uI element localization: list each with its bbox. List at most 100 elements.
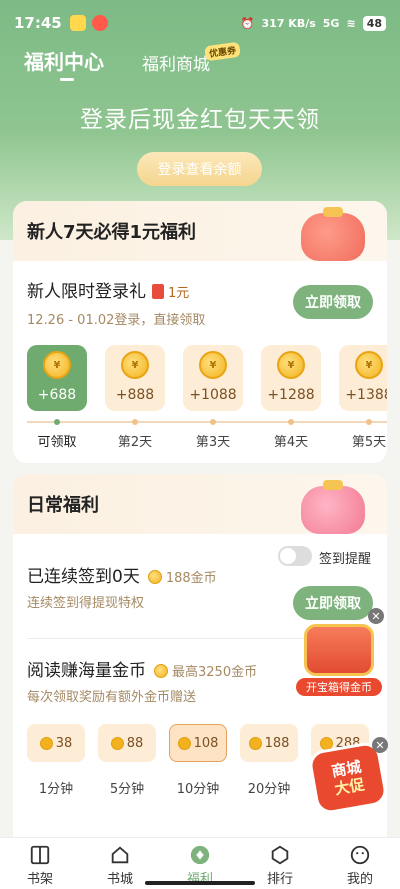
minute-coins: 188	[264, 735, 290, 751]
claim-button[interactable]: 立即领取	[293, 586, 373, 620]
coin-icon	[110, 736, 124, 750]
close-icon[interactable]: ✕	[368, 608, 384, 624]
treasure-chest-float[interactable]: 开宝箱得金币	[296, 618, 382, 698]
app-notification-icon	[91, 15, 108, 31]
status-bar: 17:45 ⏰ 317 KB/s 5G ≋ 48	[0, 0, 400, 46]
wifi-icon: ≋	[346, 16, 356, 30]
nav-label: 书架	[26, 872, 53, 887]
reading-row: 阅读赚海量金币 最高3250金币	[27, 656, 257, 681]
card-header: 日常福利	[13, 474, 387, 534]
minute-reward[interactable]: 38	[27, 724, 85, 762]
coin-icon: ¥	[355, 351, 383, 379]
tab-indicator	[60, 78, 74, 81]
timeline-dot	[132, 419, 138, 425]
login-check-balance-button[interactable]: 登录查看余额	[137, 152, 262, 186]
treasure-chest-icon	[304, 624, 374, 676]
profile-icon	[350, 845, 370, 865]
coin-icon	[248, 736, 262, 750]
day-timeline	[27, 419, 387, 425]
coin-icon	[154, 664, 168, 678]
tab-label: 福利中心	[24, 50, 104, 74]
day-reward-card[interactable]: ¥ +1088	[183, 345, 243, 411]
tab-welfare-mall[interactable]: 福利商城 优惠券	[142, 41, 241, 75]
hero-title: 登录后现金红包天天领	[80, 107, 320, 133]
minute-label: 20分钟	[247, 782, 291, 797]
coin-icon: ¥	[199, 351, 227, 379]
close-icon[interactable]: ✕	[372, 737, 388, 753]
welfare-icon	[190, 845, 210, 865]
day-label: 第4天	[273, 435, 309, 450]
day-label: 第5天	[351, 435, 387, 450]
day-label: 第3天	[195, 435, 231, 450]
reminder-label: 签到提醒	[319, 552, 372, 567]
checkin-title: 已连续签到0天	[27, 567, 140, 587]
gift-title: 新人限时登录礼	[27, 282, 146, 302]
coin-icon: ¥	[43, 351, 71, 379]
day-label: 可领取	[37, 435, 77, 450]
day-reward-value: +1288	[267, 387, 315, 403]
app-notification-icon	[69, 15, 86, 31]
coin-icon: ¥	[277, 351, 305, 379]
timeline-dot	[366, 419, 372, 425]
reading-desc: 每次领取奖励有额外金币赠送	[27, 690, 197, 705]
ranking-icon	[271, 845, 289, 865]
coin-icon	[147, 570, 162, 584]
minute-label: 10分钟	[176, 782, 220, 797]
gesture-bar	[145, 881, 255, 885]
status-time: 17:45	[14, 14, 62, 32]
timeline-dot	[54, 419, 60, 425]
minute-label: 5分钟	[109, 782, 145, 797]
gift-box-icon	[301, 480, 365, 534]
minute-reward[interactable]: 188	[240, 724, 298, 762]
signal-label: 5G	[322, 16, 340, 30]
nav-mine[interactable]: 我的	[330, 844, 390, 887]
network-speed: 317 KB/s	[261, 16, 316, 30]
day-reward-card[interactable]: ¥ +1288	[261, 345, 321, 411]
reading-title: 阅读赚海量金币	[27, 661, 146, 681]
minute-coins: 38	[55, 735, 73, 751]
day-reward-value: +888	[115, 387, 155, 403]
battery-level: 48	[362, 15, 386, 31]
day-reward-card[interactable]: ¥ +888	[105, 345, 165, 411]
minute-coins: 88	[126, 735, 144, 751]
coin-icon: ¥	[121, 351, 149, 379]
card-header: 新人7天必得1元福利	[13, 201, 387, 261]
tab-welfare-center[interactable]: 福利中心	[24, 46, 104, 81]
nav-bookstore[interactable]: 书城	[90, 844, 150, 887]
nav-ranking[interactable]: 排行	[250, 844, 310, 887]
chest-label: 开宝箱得金币	[296, 678, 382, 696]
top-tabs: 福利中心 福利商城 优惠券	[24, 41, 241, 81]
coin-icon	[39, 736, 53, 750]
gift-desc: 12.26 - 01.02登录，直接领取	[27, 313, 206, 328]
bookshelf-icon	[30, 845, 50, 865]
nav-label: 书城	[106, 872, 133, 887]
minute-coins: 108	[193, 735, 219, 751]
claim-button[interactable]: 立即领取	[293, 285, 373, 319]
nav-label: 我的	[346, 872, 373, 887]
day-label: 第2天	[117, 435, 153, 450]
minute-reward[interactable]: 108	[169, 724, 227, 762]
checkin-coins: 188金币	[165, 571, 217, 586]
day-reward-card[interactable]: ¥ +1388	[339, 345, 387, 411]
coin-icon	[177, 736, 191, 750]
day-reward-value: +1388	[345, 387, 387, 403]
reading-coins: 最高3250金币	[172, 665, 258, 680]
day-reward-value: +688	[37, 387, 77, 403]
red-packet-icon	[152, 284, 164, 299]
gift-amount: 1元	[168, 286, 190, 301]
minute-reward[interactable]: 88	[98, 724, 156, 762]
newbie-welfare-card: 新人7天必得1元福利 新人限时登录礼 1元 12.26 - 01.02登录，直接领…	[13, 201, 387, 463]
day-reward-value: +1088	[189, 387, 237, 403]
day-rewards: ¥ +688 ¥ +888 ¥ +1088 ¥ +1288 ¥ +1388	[27, 345, 387, 411]
gift-row: 新人限时登录礼 1元	[27, 277, 189, 302]
red-bag-icon	[301, 207, 365, 261]
alarm-icon: ⏰	[240, 16, 255, 30]
timeline-dot	[210, 419, 216, 425]
minute-label: 1分钟	[38, 782, 74, 797]
day-reward-card[interactable]: ¥ +688	[27, 345, 87, 411]
reminder-toggle[interactable]	[278, 546, 312, 566]
tab-label: 福利商城	[142, 55, 210, 75]
nav-bookshelf[interactable]: 书架	[10, 844, 70, 887]
timeline-dot	[288, 419, 294, 425]
card-title: 日常福利	[27, 495, 99, 516]
